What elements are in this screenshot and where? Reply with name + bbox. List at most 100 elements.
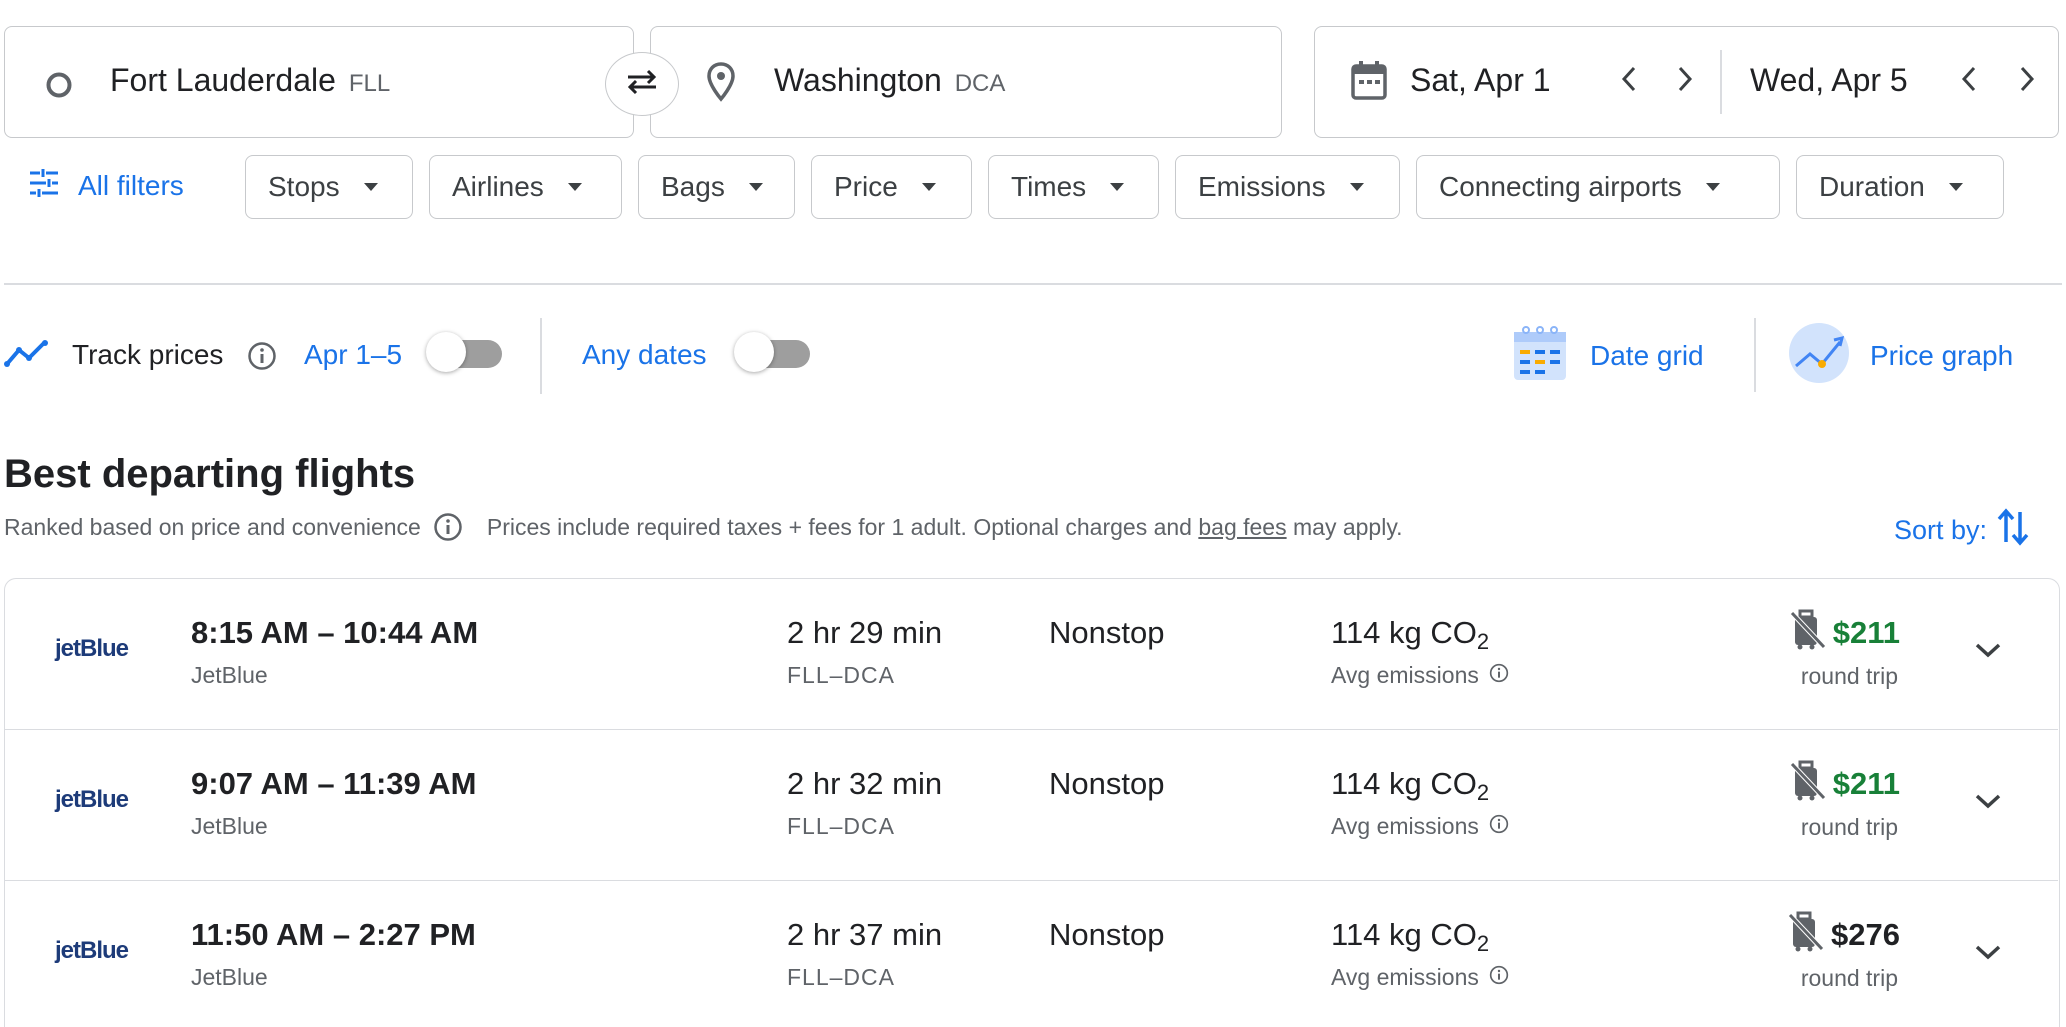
flight-duration: 2 hr 29 min <box>787 615 943 650</box>
dropdown-caret-icon <box>1705 183 1720 191</box>
filter-chip-price[interactable]: Price <box>811 155 972 219</box>
filter-chip-duration[interactable]: Duration <box>1796 155 2004 219</box>
chevron-right-icon <box>2018 65 2036 98</box>
return-prev-button[interactable] <box>1952 64 1986 98</box>
swap-icon <box>622 67 662 102</box>
flight-row[interactable]: jetBlue 11:50 AM – 2:27 PM JetBlue 2 hr … <box>5 881 2058 1027</box>
flight-times: 11:50 AM – 2:27 PM <box>191 917 476 952</box>
info-icon[interactable] <box>1489 662 1509 689</box>
depart-date[interactable]: Sat, Apr 1 <box>1410 62 1551 99</box>
co2-amount: 114 kg CO <box>1331 917 1477 952</box>
dropdown-caret-icon <box>921 183 936 191</box>
destination-code: DCA <box>954 70 1006 97</box>
emissions-info: Avg emissions <box>1331 964 1509 991</box>
co2-subscript: 2 <box>1476 780 1490 805</box>
info-icon[interactable] <box>1489 964 1509 991</box>
bag-fees-link[interactable]: bag fees <box>1198 514 1286 541</box>
emissions-label: Avg emissions <box>1331 662 1479 688</box>
prices-text: Prices include required taxes + fees for… <box>486 513 1199 540</box>
swap-button[interactable] <box>605 52 679 116</box>
filter-chip-airlines[interactable]: Airlines <box>429 155 622 219</box>
expand-button[interactable] <box>1970 936 2006 972</box>
expand-button[interactable] <box>1970 634 2006 670</box>
emissions-info: Avg emissions <box>1331 662 1509 689</box>
sort-by-button[interactable]: Sort by: <box>1894 508 2029 553</box>
track-range: Apr 1–5 <box>304 339 403 370</box>
toggle-knob <box>426 332 466 372</box>
info-icon[interactable] <box>433 512 463 542</box>
co2-value: 114 kg CO2 <box>1331 917 1489 957</box>
dropdown-caret-icon <box>567 183 582 191</box>
airline-logo: jetBlue <box>55 786 129 813</box>
origin-text: Fort Lauderdale FLL <box>110 62 390 99</box>
chip-label: Airlines <box>452 171 544 202</box>
co2-subscript: 2 <box>1476 931 1490 956</box>
airline-name: JetBlue <box>191 662 268 688</box>
chip-label: Stops <box>268 171 340 202</box>
chip-label: Duration <box>1819 171 1925 202</box>
track-prices-label: Track prices <box>72 339 224 370</box>
flight-duration: 2 hr 37 min <box>787 917 943 952</box>
airline-logo: jetBlue <box>55 937 129 964</box>
filter-chip-emissions[interactable]: Emissions <box>1175 155 1400 219</box>
flight-stops: Nonstop <box>1049 917 1165 952</box>
sort-label: Sort by: <box>1894 515 1988 545</box>
depart-prev-button[interactable] <box>1612 64 1646 98</box>
ranked-text: Ranked based on price and convenience <box>4 513 421 540</box>
flight-row[interactable]: jetBlue 9:07 AM – 11:39 AM JetBlue 2 hr … <box>5 730 2058 881</box>
dropdown-caret-icon <box>1349 183 1364 191</box>
origin-code: FLL <box>348 70 391 97</box>
price-graph-button[interactable]: Price graph <box>1788 322 2013 389</box>
price-note: round trip <box>1800 965 1898 991</box>
filter-sliders-icon <box>28 168 60 205</box>
airline-name: JetBlue <box>191 964 268 990</box>
filter-chip-connecting-airports[interactable]: Connecting airports <box>1416 155 1780 219</box>
all-filters-label: All filters <box>78 170 184 201</box>
no-carry-on-icon <box>1787 911 1825 958</box>
price-graph-icon <box>1788 322 1850 389</box>
any-dates-label: Any dates <box>582 339 707 370</box>
price-block: $276 <box>1787 911 1900 958</box>
no-carry-on-icon <box>1789 609 1827 656</box>
emissions-info: Avg emissions <box>1331 813 1509 840</box>
chevron-down-icon <box>1974 641 2002 664</box>
all-filters-button[interactable]: All filters <box>28 164 184 208</box>
price-graph-label: Price graph <box>1870 339 2014 371</box>
toggle-knob <box>734 332 774 372</box>
origin-city: Fort Lauderdale <box>110 62 336 98</box>
co2-value: 114 kg CO2 <box>1331 766 1489 806</box>
price-note: round trip <box>1800 814 1898 840</box>
chip-label: Price <box>834 171 898 202</box>
info-icon[interactable] <box>1489 813 1509 840</box>
expand-button[interactable] <box>1970 785 2006 821</box>
filter-chip-stops[interactable]: Stops <box>245 155 413 219</box>
date-grid-button[interactable]: Date grid <box>1512 324 1704 387</box>
flight-duration: 2 hr 32 min <box>787 766 943 801</box>
chip-label: Bags <box>661 171 725 202</box>
filter-chip-bags[interactable]: Bags <box>638 155 795 219</box>
chip-label: Connecting airports <box>1439 171 1682 202</box>
return-next-button[interactable] <box>2010 64 2044 98</box>
trend-icon <box>4 340 50 373</box>
return-date[interactable]: Wed, Apr 5 <box>1750 62 1908 99</box>
section-divider <box>4 283 2062 285</box>
no-carry-on-icon <box>1789 760 1827 807</box>
flight-row[interactable]: jetBlue 8:15 AM – 10:44 AM JetBlue 2 hr … <box>5 579 2058 730</box>
emissions-label: Avg emissions <box>1331 813 1479 839</box>
airline-logo: jetBlue <box>55 635 129 662</box>
info-icon[interactable] <box>247 341 277 376</box>
any-dates-toggle[interactable] <box>734 332 810 372</box>
calendar-icon <box>1350 60 1388 107</box>
track-prices-toggle[interactable] <box>426 332 502 372</box>
airline-name: JetBlue <box>191 813 268 839</box>
flight-route: FLL–DCA <box>787 813 895 839</box>
dropdown-caret-icon <box>363 183 378 191</box>
depart-next-button[interactable] <box>1668 64 1702 98</box>
chevron-left-icon <box>1620 65 1638 98</box>
chevron-down-icon <box>1974 792 2002 815</box>
chip-label: Emissions <box>1198 171 1326 202</box>
price-block: $211 <box>1789 760 1900 807</box>
location-pin-icon <box>706 62 736 107</box>
flight-route: FLL–DCA <box>787 964 895 990</box>
filter-chip-times[interactable]: Times <box>988 155 1159 219</box>
